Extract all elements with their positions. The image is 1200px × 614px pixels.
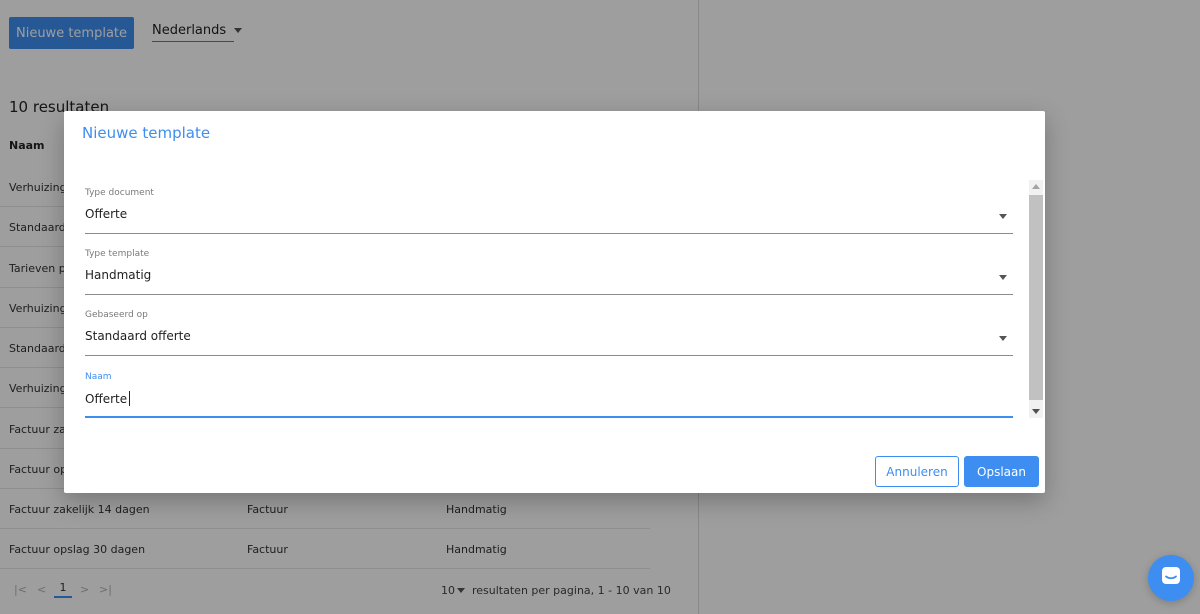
field-label: Type template [85,249,150,259]
name-input[interactable]: Naam Offerte [85,372,1013,418]
dialog-scrollbar[interactable] [1029,180,1043,418]
caret-down-icon [999,214,1007,219]
document-type-select[interactable]: Type document Offerte [85,188,1013,234]
field-value: Offerte [85,207,128,221]
scrollbar-thumb[interactable] [1029,195,1043,400]
template-type-select[interactable]: Type template Handmatig [85,249,1013,295]
chat-launcher-button[interactable] [1148,555,1194,601]
field-label: Type document [85,188,154,198]
chat-bubble-icon [1160,565,1182,591]
caret-down-icon [999,275,1007,280]
new-template-dialog: Nieuwe template Type document Offerte Ty… [64,111,1045,493]
dialog-title: Nieuwe template [82,124,211,142]
field-value: Offerte [85,391,131,406]
save-button[interactable]: Opslaan [964,456,1039,487]
field-value: Handmatig [85,268,152,282]
name-value: Offerte [85,392,128,406]
scroll-up-icon[interactable] [1032,184,1040,189]
text-cursor [129,391,131,406]
caret-down-icon [999,336,1007,341]
cancel-button[interactable]: Annuleren [875,456,959,487]
field-value: Standaard offerte [85,329,191,343]
based-on-select[interactable]: Gebaseerd op Standaard offerte [85,310,1013,356]
field-label: Naam [85,372,112,382]
scroll-down-icon[interactable] [1032,409,1040,414]
field-label: Gebaseerd op [85,310,148,320]
